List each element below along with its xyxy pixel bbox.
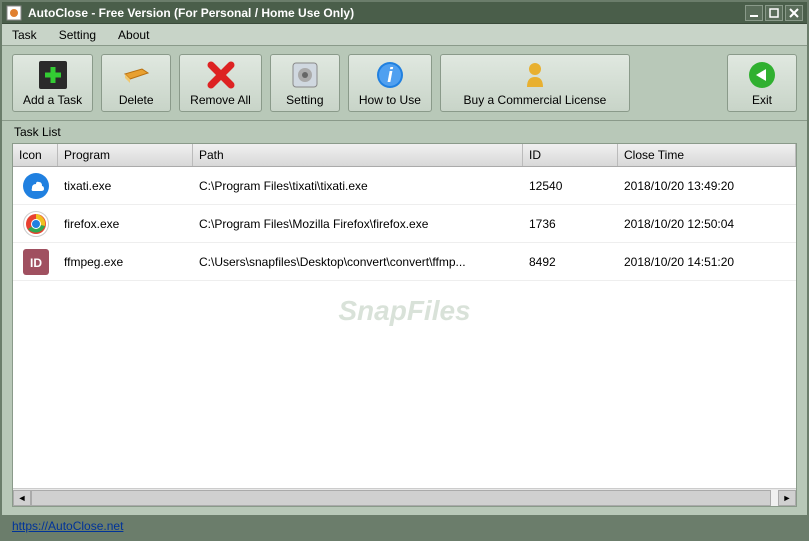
delete-icon bbox=[120, 59, 152, 91]
add-task-label: Add a Task bbox=[23, 93, 82, 107]
col-program[interactable]: Program bbox=[58, 144, 193, 166]
content-area: Task List Icon Program Path ID Close Tim… bbox=[2, 121, 807, 515]
maximize-button[interactable] bbox=[765, 5, 783, 21]
buy-license-button[interactable]: Buy a Commercial License bbox=[440, 54, 630, 112]
row-icon-cell bbox=[13, 169, 58, 203]
col-close-time[interactable]: Close Time bbox=[618, 144, 796, 166]
how-to-use-button[interactable]: i How to Use bbox=[348, 54, 432, 112]
add-task-button[interactable]: Add a Task bbox=[12, 54, 93, 112]
row-id: 8492 bbox=[523, 251, 618, 273]
horizontal-scrollbar[interactable]: ◄ ► bbox=[13, 488, 796, 506]
setting-button[interactable]: Setting bbox=[270, 54, 340, 112]
row-close-time: 2018/10/20 13:49:20 bbox=[618, 175, 796, 197]
scroll-thumb[interactable] bbox=[31, 490, 771, 506]
exit-icon bbox=[746, 59, 778, 91]
tixati-icon bbox=[23, 173, 49, 199]
table-row[interactable]: tixati.exe C:\Program Files\tixati\tixat… bbox=[13, 167, 796, 205]
menu-setting[interactable]: Setting bbox=[55, 26, 100, 44]
svg-text:ID: ID bbox=[30, 256, 42, 270]
setting-label: Setting bbox=[286, 93, 323, 107]
row-close-time: 2018/10/20 14:51:20 bbox=[618, 251, 796, 273]
app-icon bbox=[6, 5, 22, 21]
remove-all-label: Remove All bbox=[190, 93, 251, 107]
chrome-icon bbox=[23, 211, 49, 237]
row-id: 12540 bbox=[523, 175, 618, 197]
scroll-right-button[interactable]: ► bbox=[778, 490, 796, 506]
close-button[interactable] bbox=[785, 5, 803, 21]
window-title: AutoClose - Free Version (For Personal /… bbox=[28, 6, 745, 20]
buy-label: Buy a Commercial License bbox=[464, 93, 607, 107]
table-row[interactable]: ID ffmpeg.exe C:\Users\snapfiles\Desktop… bbox=[13, 243, 796, 281]
remove-all-button[interactable]: Remove All bbox=[179, 54, 262, 112]
table-row[interactable]: firefox.exe C:\Program Files\Mozilla Fir… bbox=[13, 205, 796, 243]
col-path[interactable]: Path bbox=[193, 144, 523, 166]
task-table: Icon Program Path ID Close Time tixati.e… bbox=[12, 143, 797, 507]
delete-label: Delete bbox=[119, 93, 154, 107]
minimize-button[interactable] bbox=[745, 5, 763, 21]
add-icon bbox=[37, 59, 69, 91]
col-id[interactable]: ID bbox=[523, 144, 618, 166]
info-icon: i bbox=[374, 59, 406, 91]
website-link[interactable]: https://AutoClose.net bbox=[12, 519, 123, 533]
how-to-use-label: How to Use bbox=[359, 93, 421, 107]
menu-about[interactable]: About bbox=[114, 26, 153, 44]
window-controls bbox=[745, 5, 803, 21]
id-icon: ID bbox=[23, 249, 49, 275]
row-path: C:\Program Files\Mozilla Firefox\firefox… bbox=[193, 213, 523, 235]
task-list-label: Task List bbox=[12, 121, 797, 143]
scroll-track[interactable] bbox=[31, 490, 778, 506]
exit-label: Exit bbox=[752, 93, 772, 107]
table-header: Icon Program Path ID Close Time bbox=[13, 144, 796, 167]
row-path: C:\Users\snapfiles\Desktop\convert\conve… bbox=[193, 251, 523, 273]
gear-icon bbox=[289, 59, 321, 91]
row-icon-cell: ID bbox=[13, 245, 58, 279]
menubar: Task Setting About bbox=[2, 24, 807, 46]
toolbar: Add a Task Delete Remove All Setting i H… bbox=[2, 46, 807, 121]
row-close-time: 2018/10/20 12:50:04 bbox=[618, 213, 796, 235]
remove-all-icon bbox=[205, 59, 237, 91]
svg-text:i: i bbox=[387, 65, 393, 87]
exit-button[interactable]: Exit bbox=[727, 54, 797, 112]
buy-icon bbox=[519, 59, 551, 91]
row-path: C:\Program Files\tixati\tixati.exe bbox=[193, 175, 523, 197]
row-program: tixati.exe bbox=[58, 175, 193, 197]
watermark: SnapFiles bbox=[338, 295, 470, 327]
footer: https://AutoClose.net bbox=[2, 515, 807, 539]
row-program: firefox.exe bbox=[58, 213, 193, 235]
scroll-left-button[interactable]: ◄ bbox=[13, 490, 31, 506]
row-id: 1736 bbox=[523, 213, 618, 235]
row-program: ffmpeg.exe bbox=[58, 251, 193, 273]
menu-task[interactable]: Task bbox=[8, 26, 41, 44]
main-window: AutoClose - Free Version (For Personal /… bbox=[0, 0, 809, 541]
row-icon-cell bbox=[13, 207, 58, 241]
titlebar: AutoClose - Free Version (For Personal /… bbox=[2, 2, 807, 24]
delete-button[interactable]: Delete bbox=[101, 54, 171, 112]
col-icon[interactable]: Icon bbox=[13, 144, 58, 166]
table-body: tixati.exe C:\Program Files\tixati\tixat… bbox=[13, 167, 796, 488]
